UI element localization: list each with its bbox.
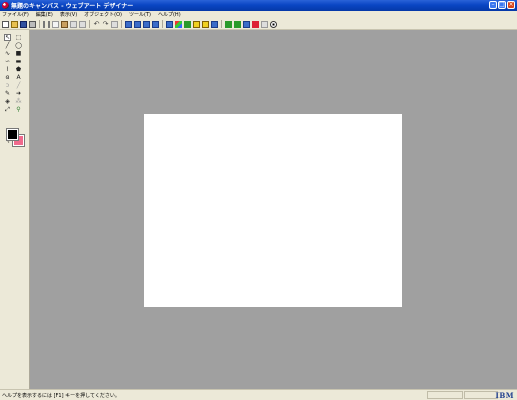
delete-icon[interactable]	[70, 20, 77, 28]
transform-icon[interactable]: ⬚	[15, 34, 22, 41]
status-help-text: ヘルプを表示するには [F1] キーを押してください。	[2, 393, 120, 399]
color-well: ↰	[6, 128, 25, 147]
color-icon[interactable]	[175, 20, 182, 28]
move-icon[interactable]: ➜	[15, 90, 22, 97]
animation-icon[interactable]	[252, 20, 259, 28]
maximize-button[interactable]: □	[498, 1, 506, 9]
layout-icon[interactable]	[125, 20, 132, 28]
sharpen-icon[interactable]: ⁂	[15, 98, 22, 105]
caption-buttons: – □ ×	[489, 1, 515, 9]
frame-icon[interactable]	[202, 20, 209, 28]
status-pane	[427, 391, 463, 399]
toolbar: ↶ ↷	[0, 19, 517, 30]
toolbar-separator	[121, 20, 122, 28]
ellipse-icon[interactable]: ◯	[15, 42, 22, 49]
paint-icon[interactable]	[193, 20, 200, 28]
layout-icon[interactable]	[143, 20, 150, 28]
save-icon[interactable]	[20, 20, 27, 28]
photo-icon[interactable]	[225, 20, 232, 28]
bezier-icon[interactable]: ⌇	[4, 66, 11, 73]
new-file-icon[interactable]	[2, 20, 9, 28]
foreground-color-swatch[interactable]	[6, 128, 19, 141]
toolbar-separator	[162, 20, 163, 28]
select-arrow-icon[interactable]: ↖	[4, 33, 11, 41]
image-icon[interactable]	[166, 20, 173, 28]
hook-icon[interactable]: ɔ	[4, 82, 11, 89]
menu-edit[interactable]: 編集(E)	[36, 11, 53, 19]
menu-tools[interactable]: ツール(T)	[129, 11, 151, 19]
open-folder-icon[interactable]	[11, 20, 18, 28]
menu-bar: ファイル(F) 編集(E) 表示(V) オブジェクト(O) ツール(T) ヘルプ…	[0, 11, 517, 19]
status-pane	[464, 391, 498, 399]
toolbar-separator	[89, 20, 90, 28]
menu-help[interactable]: ヘルプ(H)	[158, 11, 181, 19]
menu-view[interactable]: 表示(V)	[60, 11, 77, 19]
screen-icon[interactable]	[243, 20, 250, 28]
toolbar-separator	[221, 20, 222, 28]
ibm-logo: IBM	[495, 391, 514, 400]
paste-icon[interactable]	[61, 20, 68, 28]
rectangle-icon[interactable]: ■	[15, 50, 22, 57]
rounded-rect-icon[interactable]: ▬	[15, 58, 22, 65]
polygon-icon[interactable]: ⬟	[15, 66, 22, 73]
fill-bucket-icon[interactable]: ◈	[4, 98, 11, 105]
play-icon[interactable]	[261, 20, 268, 28]
properties-icon[interactable]	[111, 20, 118, 28]
zoom-icon[interactable]: ⚲	[15, 106, 22, 113]
print-icon[interactable]	[29, 20, 36, 28]
monitor-icon[interactable]	[211, 20, 218, 28]
spiral-icon[interactable]: ɞ	[4, 74, 11, 81]
undo-icon[interactable]: ↶	[93, 20, 100, 28]
redo-icon[interactable]: ↷	[102, 20, 109, 28]
text-tool-icon[interactable]: A	[15, 74, 22, 81]
tool-palette: ↖ ⬚ ╱ ◯ ∿ ■ ∽ ▬ ⌇ ⬟ ɞ A ɔ ╱ ✎ ➜ ◈ ⁂ ⤢ ⚲ …	[0, 30, 30, 389]
brush-icon[interactable]: ✎	[4, 90, 11, 97]
layout-icon[interactable]	[152, 20, 159, 28]
canvas[interactable]	[144, 114, 402, 307]
menu-object[interactable]: オブジェクト(O)	[84, 11, 122, 19]
tree-icon[interactable]	[234, 20, 241, 28]
close-button[interactable]: ×	[507, 1, 515, 9]
curve-icon[interactable]: ∽	[4, 58, 11, 65]
slash-icon[interactable]: ╱	[15, 82, 22, 89]
eyedropper-icon[interactable]: ⤢	[4, 106, 11, 113]
cut-icon[interactable]	[43, 20, 50, 28]
app-icon[interactable]	[2, 2, 9, 9]
menu-file[interactable]: ファイル(F)	[2, 11, 29, 19]
status-bar: ヘルプを表示するには [F1] キーを押してください。 IBM	[0, 389, 517, 400]
layout-icon[interactable]	[134, 20, 141, 28]
minimize-button[interactable]: –	[489, 1, 497, 9]
workspace	[30, 30, 517, 389]
effect-icon[interactable]	[184, 20, 191, 28]
line-icon[interactable]: ╱	[4, 42, 11, 49]
copy-icon[interactable]	[52, 20, 59, 28]
freehand-icon[interactable]: ∿	[4, 50, 11, 57]
title-bar: 無題のキャンバス - ウェブアート デザイナー – □ ×	[0, 0, 517, 11]
duplicate-icon[interactable]	[79, 20, 86, 28]
window-title: 無題のキャンバス - ウェブアート デザイナー	[11, 3, 134, 10]
preview-eye-icon[interactable]	[270, 20, 277, 28]
toolbar-separator	[39, 20, 40, 28]
